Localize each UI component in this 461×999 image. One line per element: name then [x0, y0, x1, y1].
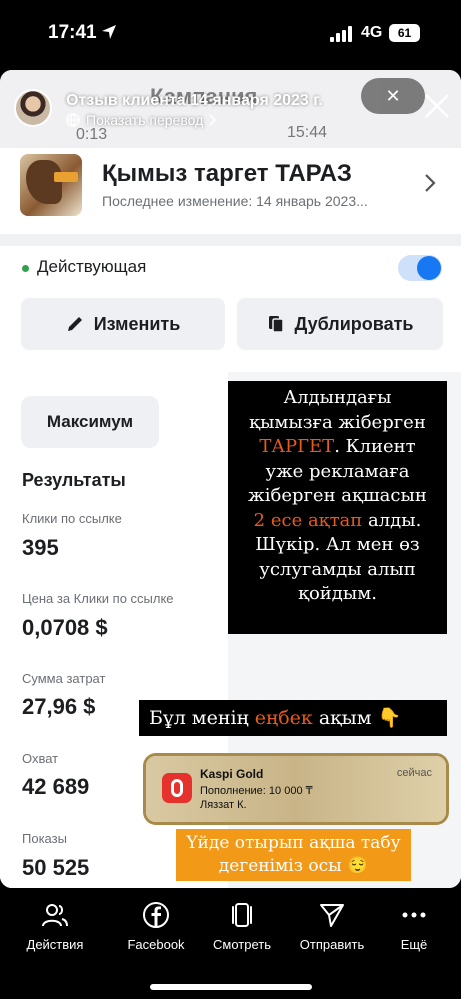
campaign-toggle[interactable] [398, 255, 442, 281]
people-icon [42, 904, 68, 927]
facebook-label: Facebook [127, 937, 185, 952]
notification-amount: Пополнение: 10 000 ₸ [200, 785, 313, 797]
notification-sender: Ляззат К. [200, 799, 247, 811]
show-translation-link[interactable]: Показать перевод [66, 112, 217, 128]
campaign-status: Действующая [37, 257, 147, 276]
network-type: 4G [361, 24, 383, 41]
globe-icon [66, 113, 80, 127]
background-time-left: 0:13 [76, 126, 108, 143]
more-label: Ещё [400, 937, 428, 952]
video-cards-icon [232, 903, 252, 927]
metric-label: Клики по ссылке [22, 511, 122, 526]
avatar[interactable] [14, 89, 52, 127]
campaign-last-modified: Последнее изменение: 14 январь 2023... [102, 193, 368, 209]
text-line: 2 есе ақтап алды. [253, 509, 422, 531]
text-line: жіберген ақшасын [248, 485, 427, 506]
background-time-right: 15:44 [287, 124, 328, 141]
text-line: дегеніміз осы 😌 [218, 856, 369, 876]
actions-button[interactable]: Действия [10, 900, 100, 952]
status-bar: 17:41 4G 61 [0, 0, 461, 66]
highlight-text: 2 есе ақтап [253, 509, 363, 531]
metric-value: 27,96 $ [22, 694, 96, 719]
cellular-signal-icon [330, 26, 352, 42]
more-icon [402, 912, 426, 918]
text-line: уже рекламаға [265, 460, 410, 482]
campaign-name: Қымыз таргет ТАРАЗ [102, 160, 352, 187]
kaspi-app-icon [162, 773, 192, 803]
story-caption-orange: Үйде отырып ақша табу дегеніміз осы 😌 [176, 829, 411, 881]
text-line: қымызға жіберген [249, 411, 426, 433]
metric-value: 0,0708 $ [22, 615, 108, 640]
clock: 17:41 [48, 22, 97, 43]
kaspi-notification: Kaspi Gold Пополнение: 10 000 ₸ Ляззат К… [146, 756, 446, 822]
battery-indicator: 61 [389, 24, 420, 42]
metric-value: 42 689 [22, 774, 90, 799]
metric-value: 395 [22, 535, 59, 560]
highlight-text: ТАРГЕТ [259, 436, 335, 457]
duplicate-button-label: Дублировать [294, 313, 414, 334]
text-line: услугамды алып [259, 558, 416, 580]
metric-label: Показы [22, 831, 67, 846]
actions-label: Действия [26, 937, 84, 952]
show-translation-label: Показать перевод [86, 112, 204, 128]
text-line: Үйде отырып ақша табу [186, 833, 401, 853]
text-line: ТАРГЕТ. Клиент [259, 436, 416, 457]
chevron-right-icon [209, 114, 217, 126]
facebook-icon [143, 902, 169, 928]
chevron-right-icon[interactable] [424, 173, 436, 193]
home-indicator[interactable] [150, 984, 312, 990]
notification-app-name: Kaspi Gold [200, 767, 264, 781]
send-button[interactable]: Отправить [287, 900, 377, 952]
watch-label: Смотреть [213, 937, 271, 952]
metric-label: Сумма затрат [22, 671, 106, 686]
duplicate-button[interactable]: Дублировать [237, 298, 443, 350]
edit-button-label: Изменить [93, 313, 181, 334]
story-title: Отзыв клиента 14 января 2023 г. [66, 92, 323, 109]
location-arrow-icon [102, 25, 116, 39]
text-line: қойдым. [298, 583, 377, 604]
more-button[interactable]: Ещё [369, 900, 459, 952]
story-text-strip: Бұл менің еңбек ақым 👇 [139, 700, 447, 736]
maximum-button[interactable]: Максимум [21, 396, 159, 448]
campaign-header[interactable]: Қымыз таргет ТАРАЗ Последнее изменение: … [0, 148, 461, 234]
notification-time: сейчас [396, 767, 432, 779]
text-line: Шүкір. Ал мен өз [255, 534, 420, 555]
text-line: Алдындағы [283, 387, 392, 408]
copy-icon [268, 316, 284, 333]
story-text-card: Алдындағы қымызға жіберген ТАРГЕТ. Клиен… [228, 381, 447, 634]
metric-value: 50 525 [22, 855, 90, 880]
metric-label: Цена за Клики по ссылке [22, 591, 174, 606]
watch-button[interactable]: Смотреть [197, 900, 287, 952]
background-close-pill: ✕ [361, 78, 425, 114]
send-label: Отправить [299, 937, 365, 952]
active-status-dot [22, 265, 29, 272]
divider [0, 234, 461, 246]
highlight-text: еңбек [254, 707, 313, 729]
facebook-button[interactable]: Facebook [111, 900, 201, 952]
send-icon [320, 904, 344, 927]
pencil-icon [67, 317, 82, 331]
campaign-thumbnail [20, 154, 82, 216]
edit-button[interactable]: Изменить [21, 298, 225, 350]
results-heading: Результаты [22, 470, 126, 490]
metric-label: Охват [22, 751, 59, 766]
close-icon[interactable] [424, 93, 450, 119]
